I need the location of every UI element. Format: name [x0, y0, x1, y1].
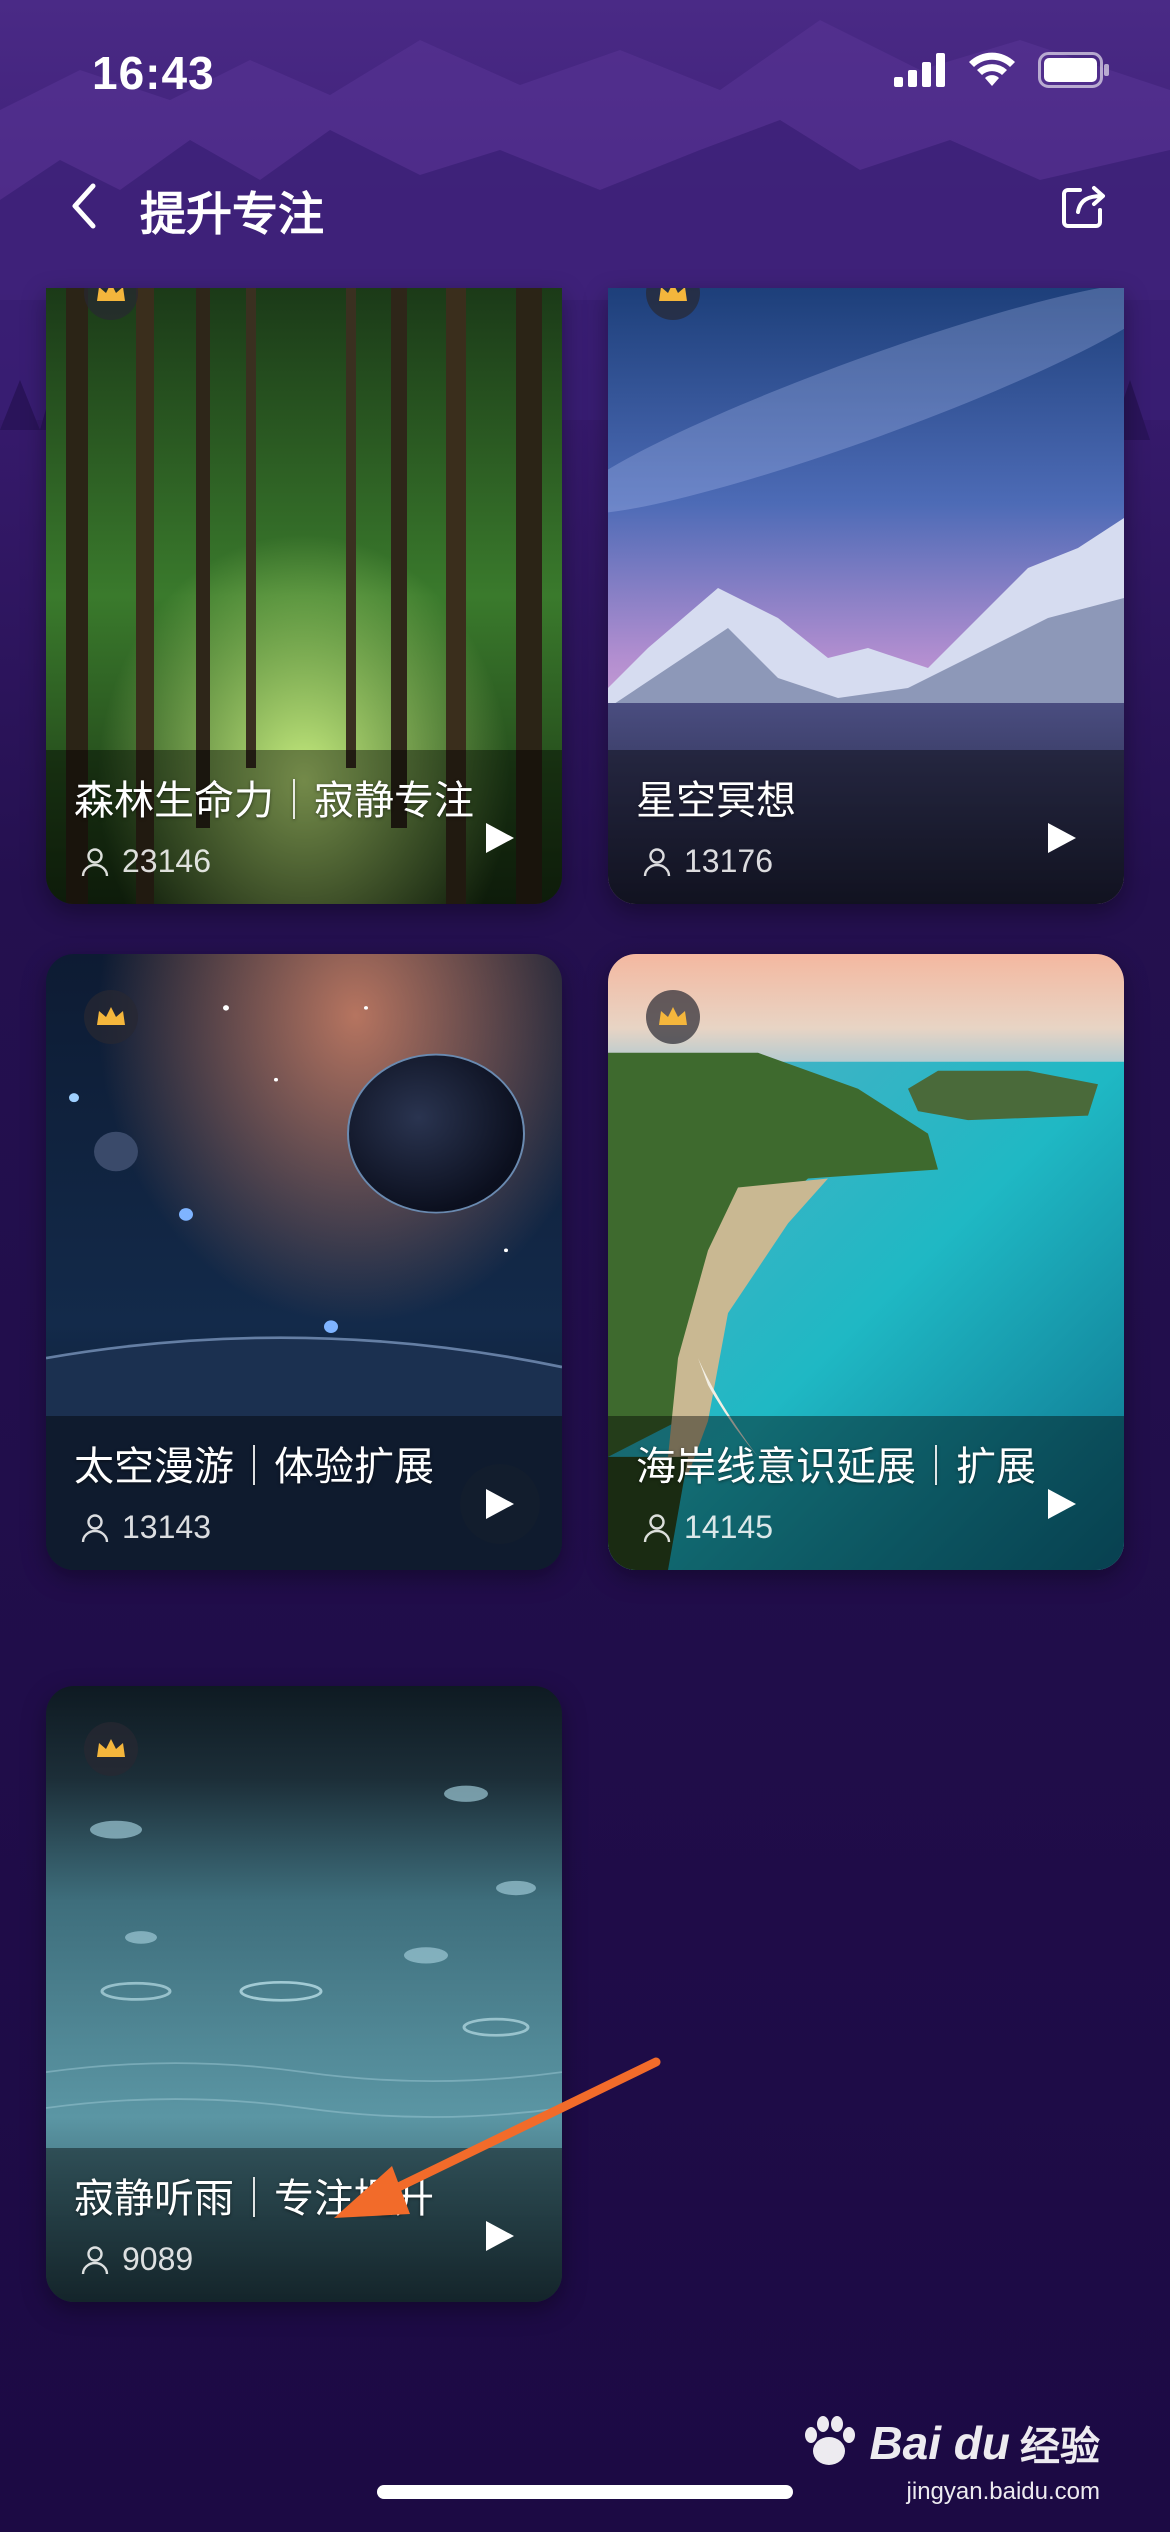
play-count-value: 9089: [122, 2241, 194, 2277]
crown-icon: [97, 288, 125, 301]
play-button[interactable]: [470, 2206, 530, 2266]
crown-icon: [97, 1739, 125, 1757]
paw-icon: [805, 2416, 856, 2465]
card-title: 寂静听雨｜专注提升: [74, 2177, 434, 2221]
play-icon: [486, 1489, 514, 1519]
back-button[interactable]: [58, 180, 110, 232]
play-count-value: 13143: [122, 1509, 211, 1545]
user-icon: [643, 847, 671, 876]
card-forest[interactable]: 森林生命力｜寂静专注 23146: [46, 288, 562, 904]
battery-icon: [1038, 52, 1109, 88]
watermark-label: 经验: [1020, 2425, 1100, 2469]
premium-badge: [84, 990, 138, 1044]
card-rain[interactable]: 寂静听雨｜专注提升 9089: [46, 1686, 562, 2302]
share-button[interactable]: [1056, 178, 1112, 234]
card-coastline[interactable]: 海岸线意识延展｜扩展 14145: [608, 954, 1124, 1570]
play-count: 9089: [80, 2241, 193, 2278]
user-icon: [81, 847, 109, 876]
play-count: 23146: [80, 843, 211, 880]
user-icon: [81, 2245, 109, 2274]
play-button[interactable]: [1032, 1474, 1092, 1534]
card-title: 海岸线意识延展｜扩展: [636, 1445, 1036, 1489]
play-icon: [486, 823, 514, 853]
card-title: 星空冥想: [636, 779, 796, 823]
status-icons: [894, 52, 1110, 88]
play-button[interactable]: [460, 1464, 540, 1544]
play-count-value: 23146: [122, 843, 211, 879]
card-title: 森林生命力｜寂静专注: [74, 779, 474, 823]
status-time: 16:43: [92, 47, 215, 99]
premium-badge: [646, 990, 700, 1044]
watermark-brand: Bai du: [869, 2417, 1010, 2469]
play-count-value: 14145: [684, 1509, 773, 1545]
play-count: 14145: [642, 1509, 773, 1546]
play-count: 13176: [642, 843, 773, 880]
play-count: 13143: [80, 1509, 211, 1546]
watermark-url: jingyan.baidu.com: [906, 2478, 1100, 2505]
signal-icon: [894, 53, 945, 87]
user-icon: [643, 1513, 671, 1542]
crown-icon: [97, 1007, 125, 1025]
card-title: 太空漫游｜体验扩展: [74, 1445, 434, 1489]
play-button[interactable]: [470, 808, 530, 868]
play-icon: [1048, 1489, 1076, 1519]
page-title: 提升专注: [140, 188, 324, 240]
play-icon: [1048, 823, 1076, 853]
wifi-icon: [969, 52, 1015, 86]
play-count-value: 13176: [684, 843, 773, 879]
share-icon: [1062, 186, 1105, 228]
crown-icon: [659, 288, 687, 301]
baidu-watermark: Bai du 经验 jingyan.baidu.com: [799, 2414, 1100, 2505]
chevron-left-icon: [72, 183, 96, 229]
play-button[interactable]: [1032, 808, 1092, 868]
card-space[interactable]: 太空漫游｜体验扩展 13143: [46, 954, 562, 1570]
premium-badge: [84, 1722, 138, 1776]
card-starry-mountains[interactable]: 星空冥想 13176: [608, 288, 1124, 904]
play-icon: [486, 2221, 514, 2251]
home-indicator[interactable]: [377, 2485, 793, 2499]
crown-icon: [659, 1007, 687, 1025]
user-icon: [81, 1513, 109, 1542]
